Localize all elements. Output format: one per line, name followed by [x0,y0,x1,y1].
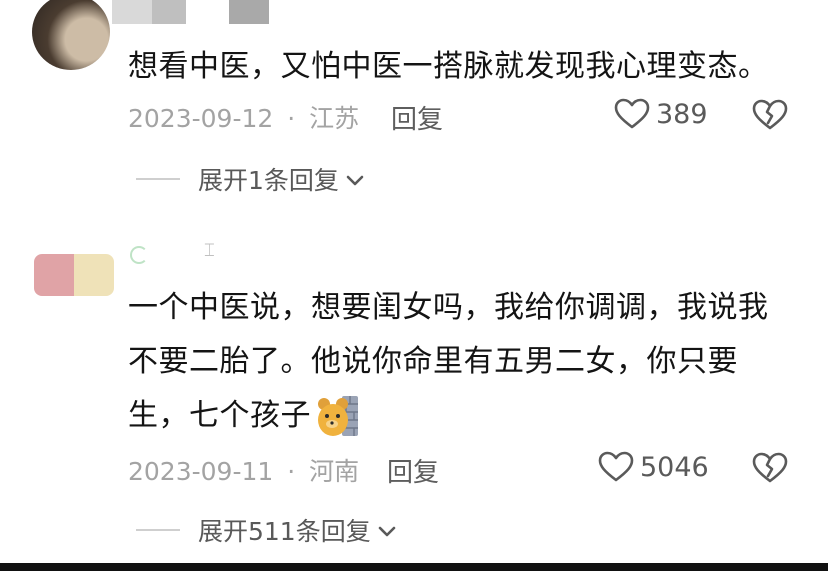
meta-separator: · [287,104,296,133]
chevron-down-icon [345,165,365,194]
like-button[interactable]: 5046 [598,451,709,483]
comment-meta: 2023-09-12 · 江苏 [128,99,359,135]
username-mosaic [152,0,186,24]
avatar[interactable] [34,254,114,296]
expand-replies-button[interactable]: 展开1条回复 [136,161,365,197]
dislike-button[interactable] [752,452,788,484]
comment-text: 想看中医，又怕中医一搭脉就发现我心理变态。 [128,49,769,84]
divider-line [136,178,180,180]
reply-button[interactable]: 回复 [391,99,443,136]
heart-outline-icon [598,451,634,483]
username-mosaic [112,0,152,24]
comment-text-line: 不要二胎了。他说你命里有五男二女，你只要 [128,344,738,379]
comment-location: 江苏 [309,104,360,133]
like-count: 5046 [640,451,709,483]
broken-heart-icon [752,99,788,131]
like-count: 389 [656,98,708,130]
comment-date: 2023-09-11 [128,457,274,486]
meta-separator: · [287,457,296,486]
expand-replies-label: 展开1条回复 [198,166,339,195]
comment-location: 河南 [309,457,360,486]
dislike-button[interactable] [752,99,788,131]
comment-text-line: 生，七个孩子 [128,398,311,433]
bear-peeking-from-wall-emoji [316,394,360,438]
divider-line [136,529,180,531]
heart-outline-icon [614,98,650,130]
username-mosaic [130,246,148,264]
comment-meta: 2023-09-11 · 河南 [128,452,359,488]
broken-heart-icon [752,452,788,484]
bottom-edge-bar [0,563,828,571]
expand-replies-label: 展开511条回复 [198,517,371,546]
username-mosaic [229,0,269,24]
chevron-down-icon [377,516,397,545]
avatar[interactable] [32,0,110,70]
username-mosaic: ⌶ [204,240,215,261]
comment-text-line: 一个中医说，想要闺女吗，我给你调调，我说我 [128,290,769,325]
expand-replies-button[interactable]: 展开511条回复 [136,512,397,548]
like-button[interactable]: 389 [614,98,708,130]
reply-button[interactable]: 回复 [387,452,439,489]
comment-date: 2023-09-12 [128,104,274,133]
